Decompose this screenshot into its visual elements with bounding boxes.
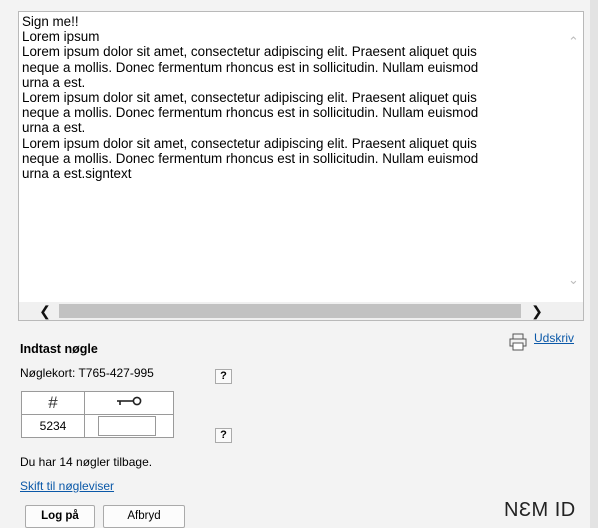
horizontal-scroll-thumb[interactable] (59, 304, 521, 318)
key-number-header: # (21, 391, 85, 415)
sign-text-line: neque a mollis. Donec fermentum rhoncus … (22, 59, 479, 75)
scroll-down-icon[interactable]: ⌄ (564, 270, 583, 290)
sign-text-line: neque a mollis. Donec fermentum rhoncus … (22, 150, 479, 166)
scroll-left-icon[interactable]: ❮ (33, 302, 57, 320)
printer-icon[interactable] (509, 333, 527, 351)
sign-text-line: Sign me!! (22, 14, 79, 29)
sign-text-line: Lorem ipsum dolor sit amet, consectetur … (22, 44, 477, 60)
sign-text-line: Lorem ipsum dolor sit amet, consectetur … (22, 90, 477, 106)
print-link[interactable]: Udskriv (534, 331, 574, 345)
key-icon (117, 396, 142, 406)
sign-text-line: urna a est. (22, 120, 86, 136)
keys-remaining-text: Du har 14 nøgler tilbage. (20, 455, 153, 469)
switch-to-keyviewer-link[interactable]: Skift til nøgleviser (20, 479, 114, 493)
enter-key-heading: Indtast nøgle (20, 342, 98, 356)
sign-text-box[interactable]: Sign me!! Lorem ipsum Lorem ipsum dolor si… (18, 11, 584, 321)
sign-text-line: urna a est. (22, 74, 86, 90)
window-edge (590, 0, 598, 528)
scroll-right-icon[interactable]: ❯ (525, 302, 549, 320)
key-input-cell (84, 414, 174, 438)
key-input[interactable] (98, 416, 156, 436)
scroll-up-icon[interactable]: ⌃ (564, 32, 583, 52)
key-table: # 5234 (21, 391, 174, 438)
key-value-header (84, 391, 174, 415)
keycard-help-button[interactable]: ? (215, 369, 232, 384)
sign-text-content: Sign me!! Lorem ipsum Lorem ipsum dolor si… (22, 14, 562, 181)
key-help-button[interactable]: ? (215, 428, 232, 443)
cancel-button[interactable]: Afbryd (103, 505, 185, 528)
horizontal-scrollbar[interactable]: ❮ ❯ (19, 302, 583, 320)
nemid-logo: NƐM ID (504, 499, 576, 521)
keycard-label: Nøglekort: T765-427-995 (20, 366, 154, 380)
sign-text-line: neque a mollis. Donec fermentum rhoncus … (22, 105, 479, 121)
sign-text-line: urna a est.signtext (22, 166, 132, 182)
vertical-scrollbar[interactable]: ⌃ ⌄ (564, 12, 583, 302)
key-number: 5234 (21, 414, 85, 438)
login-button[interactable]: Log på (25, 505, 95, 528)
sign-text-line: Lorem ipsum (22, 29, 100, 45)
sign-text-line: Lorem ipsum dolor sit amet, consectetur … (22, 135, 477, 151)
